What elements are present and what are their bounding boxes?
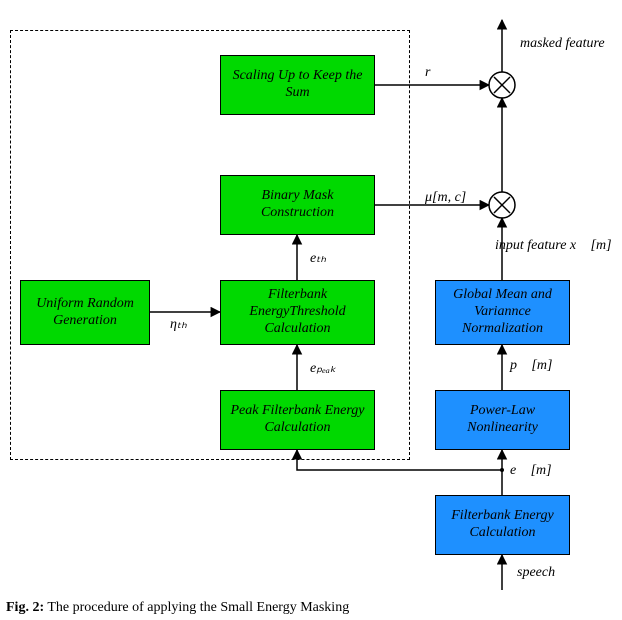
label-e-th: eₜₕ [310, 250, 326, 267]
label-r: r [425, 65, 430, 81]
label-mu-mc: μ[m, c] [425, 190, 466, 206]
box-energy-threshold: Filterbank EnergyThreshold Calculation [220, 280, 375, 345]
label-eta-th: ηₜₕ [170, 316, 187, 333]
multiply-node-bottom [489, 192, 515, 218]
box-global-mean: Global Mean and Variannce Normalization [435, 280, 570, 345]
box-uniform-random: Uniform Random Generation [20, 280, 150, 345]
caption-text: The procedure of applying the Small Ener… [47, 600, 349, 615]
box-peak-filterbank: Peak Filterbank Energy Calculation [220, 390, 375, 450]
label-e-peak: eₚₑₐₖ [310, 360, 336, 377]
label-e-m: e⃗ [m] [510, 463, 552, 479]
label-input-feature: input feature x⃗ [m] [495, 238, 612, 254]
figure-caption: Fig. 2: The procedure of applying the Sm… [6, 600, 349, 616]
caption-prefix: Fig. 2: [6, 600, 44, 615]
label-speech: speech [517, 565, 555, 581]
box-scaling-up: Scaling Up to Keep the Sum [220, 55, 375, 115]
box-filterbank-energy: Filterbank Energy Calculation [435, 495, 570, 555]
label-masked-feature: masked feature [520, 36, 605, 52]
box-power-law: Power-Law Nonlinearity [435, 390, 570, 450]
multiply-node-top [489, 72, 515, 98]
box-binary-mask: Binary Mask Construction [220, 175, 375, 235]
label-p-m: p⃗ [m] [510, 358, 552, 374]
